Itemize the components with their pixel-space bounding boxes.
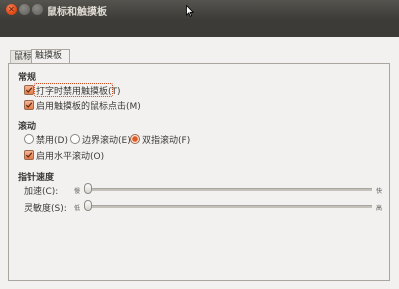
- checkmark-icon: [25, 102, 33, 108]
- fast-label: 快: [376, 188, 383, 195]
- tab-touchpad[interactable]: 触摸板: [31, 49, 70, 64]
- two-finger-scrolling-label[interactable]: 双指滚动(F): [142, 133, 190, 146]
- settings-window: ✕ 鼠标和触摸板 全部设置(A) 鼠标 触摸板 常规 打字时禁用触摸板(T) 启…: [0, 0, 399, 289]
- checkmark-icon: [25, 152, 33, 158]
- sensitivity-slider-thumb[interactable]: [84, 200, 92, 211]
- minimize-window-button[interactable]: [19, 4, 30, 15]
- acceleration-slider-track[interactable]: [84, 188, 372, 191]
- sensitivity-slider-track[interactable]: [84, 205, 372, 208]
- edge-scrolling-radio[interactable]: [70, 134, 80, 144]
- toolbar: 全部设置(A): [0, 20, 399, 56]
- low-label: 低: [74, 205, 81, 212]
- tap-to-click-checkbox[interactable]: [24, 100, 34, 110]
- general-heading: 常规: [18, 73, 37, 83]
- close-icon: ✕: [8, 5, 15, 14]
- acceleration-slider-thumb[interactable]: [84, 183, 92, 194]
- horizontal-scrolling-checkbox[interactable]: [24, 150, 34, 160]
- sensitivity-label: 灵敏度(S):: [24, 204, 67, 214]
- title-bar: ✕ 鼠标和触摸板: [0, 0, 399, 20]
- disable-while-typing-checkbox[interactable]: [24, 85, 34, 95]
- window-title: 鼠标和触摸板: [47, 7, 107, 18]
- checkmark-icon: [25, 87, 33, 93]
- scroll-disabled-label[interactable]: 禁用(D): [36, 133, 68, 146]
- scrolling-heading: 滚动: [18, 122, 37, 132]
- maximize-window-button[interactable]: [32, 4, 43, 15]
- pointer-speed-heading: 指针速度: [18, 173, 55, 183]
- scroll-disabled-radio[interactable]: [24, 134, 34, 144]
- slow-label: 慢: [74, 188, 81, 195]
- mouse-pointer-icon: [186, 5, 194, 17]
- two-finger-scrolling-radio[interactable]: [130, 134, 140, 144]
- edge-scrolling-label[interactable]: 边界滚动(E): [82, 133, 131, 146]
- horizontal-scrolling-label[interactable]: 启用水平滚动(O): [36, 149, 104, 162]
- acceleration-label: 加速(C):: [24, 187, 59, 197]
- high-label: 高: [376, 205, 383, 212]
- disable-while-typing-label[interactable]: 打字时禁用触摸板(T): [36, 84, 121, 97]
- close-window-button[interactable]: ✕: [6, 4, 17, 15]
- tap-to-click-label[interactable]: 启用触摸板的鼠标点击(M): [36, 99, 141, 112]
